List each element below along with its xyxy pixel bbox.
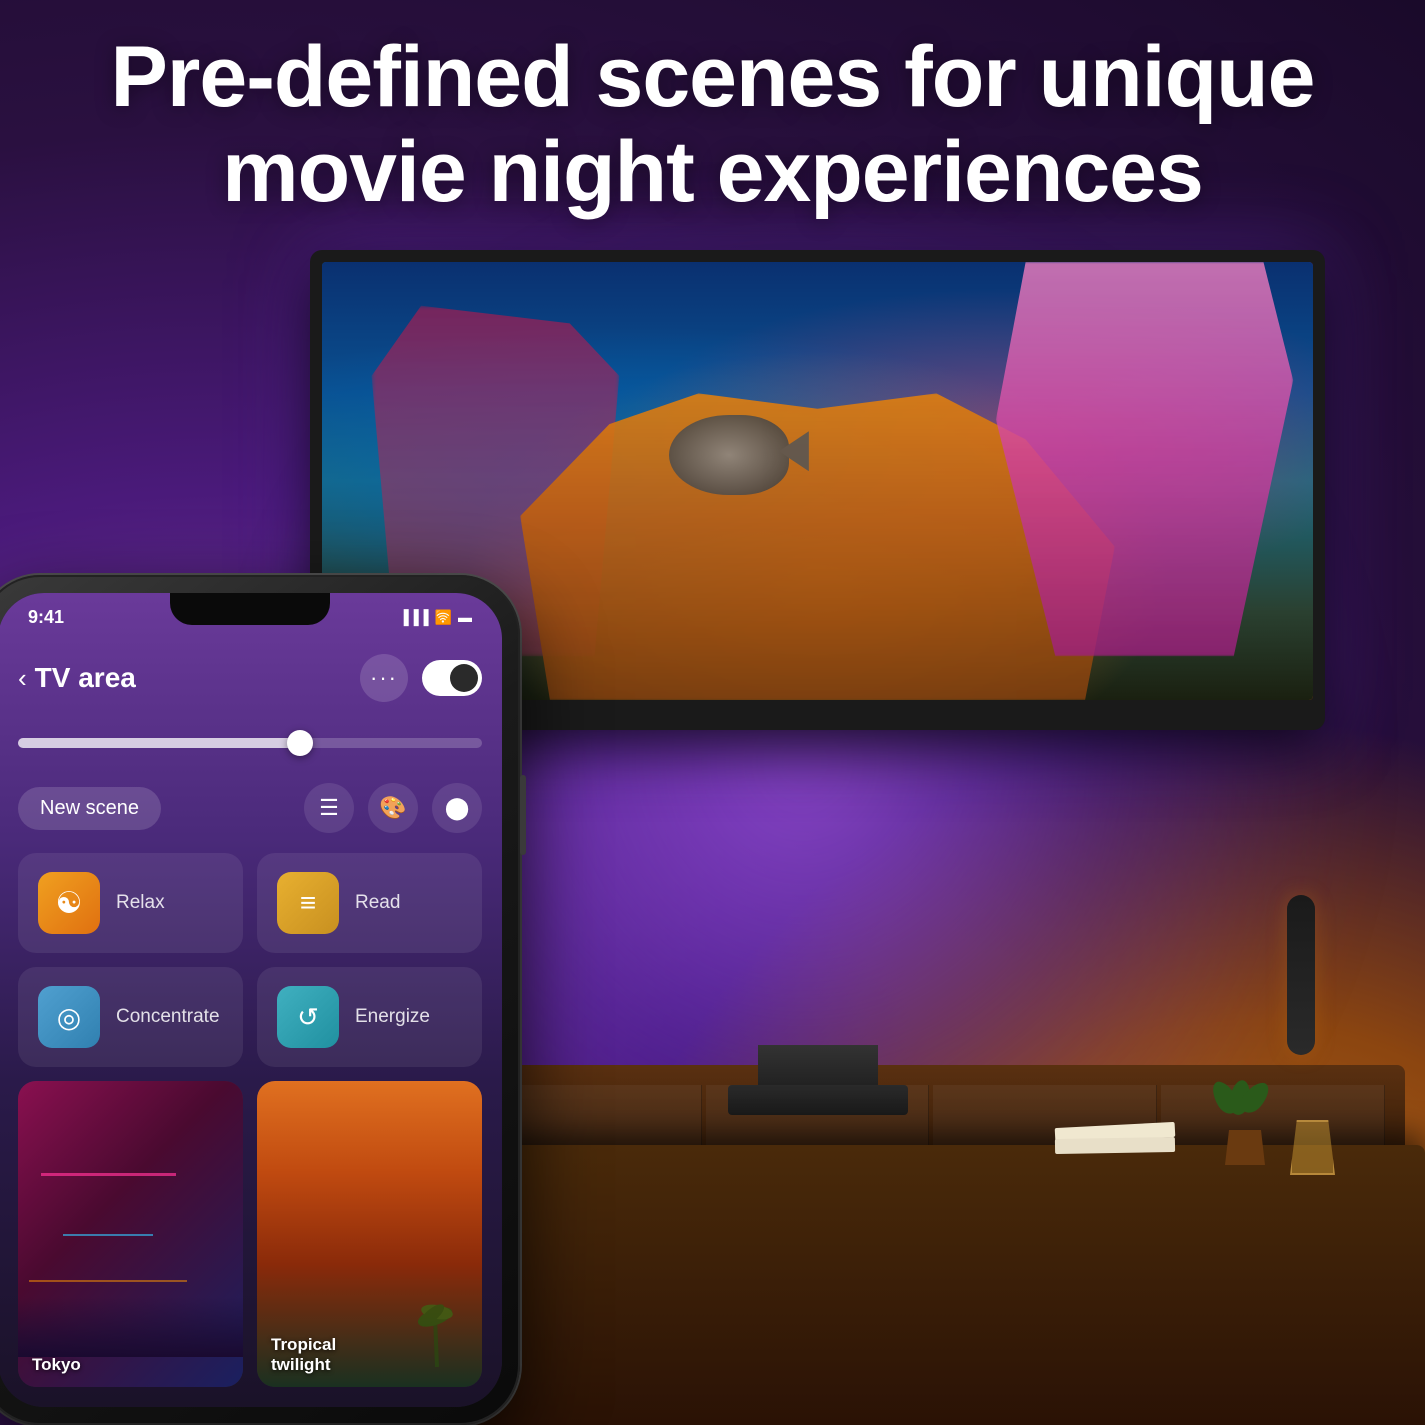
plant-pot (1225, 1130, 1265, 1165)
read-symbol: ≡ (300, 887, 316, 919)
app-title: TV area (35, 662, 136, 694)
tropical-palm (407, 1287, 467, 1367)
status-icons: ▐▐▐ 🛜 ▬ (399, 609, 472, 626)
book-stack (1055, 1125, 1175, 1165)
new-scene-button[interactable]: New scene (18, 787, 161, 830)
plant (1215, 1085, 1275, 1165)
brightness-thumb[interactable] (287, 730, 313, 756)
tv-base (728, 1085, 908, 1115)
tokyo-image (18, 1081, 243, 1387)
hue-bar-right (1287, 895, 1315, 1055)
tv-stand (758, 1045, 878, 1085)
scene-card-read[interactable]: ≡ Read (257, 853, 482, 953)
toggle-knob (450, 664, 478, 692)
energize-symbol: ↺ (297, 1002, 319, 1033)
scenes-grid: ☯ Relax ≡ Read ◎ Concentrate (18, 853, 482, 1387)
scene-card-tropical[interactable]: Tropicaltwilight (257, 1081, 482, 1387)
scene-card-relax[interactable]: ☯ Relax (18, 853, 243, 953)
brightness-slider-container[interactable] (18, 723, 482, 763)
signal-icon: ▐▐▐ (399, 609, 429, 625)
concentrate-symbol: ◎ (57, 1001, 81, 1034)
back-chevron-icon: ‹ (18, 663, 27, 694)
phone-screen: 9:41 ▐▐▐ 🛜 ▬ ‹ TV area ··· (0, 593, 502, 1407)
list-icon: ☰ (319, 795, 339, 821)
brightness-fill (18, 738, 296, 748)
scene-card-energize[interactable]: ↺ Energize (257, 967, 482, 1067)
heading-container: Pre-defined scenes for unique movie nigh… (0, 30, 1425, 219)
palette-button[interactable]: 🎨 (368, 783, 418, 833)
scene-icon-concentrate: ◎ (38, 986, 100, 1048)
back-button[interactable]: ‹ TV area (18, 662, 136, 694)
color-wheel-button[interactable]: ⬤ (432, 783, 482, 833)
dots-icon: ··· (370, 665, 398, 691)
phone-container: 9:41 ▐▐▐ 🛜 ▬ ‹ TV area ··· (0, 575, 520, 1425)
scene-label-tropical: Tropicaltwilight (271, 1335, 336, 1375)
power-toggle[interactable] (422, 660, 482, 696)
heading-line2: movie night experiences (222, 124, 1203, 220)
fish (669, 415, 789, 495)
header-actions: ··· (360, 654, 482, 702)
relax-symbol: ☯ (56, 886, 83, 921)
scene-icon-read: ≡ (277, 872, 339, 934)
scene-card-concentrate[interactable]: ◎ Concentrate (18, 967, 243, 1067)
battery-icon: ▬ (458, 609, 472, 625)
main-heading: Pre-defined scenes for unique movie nigh… (80, 30, 1345, 219)
glass (1290, 1120, 1335, 1175)
scene-label-energize: Energize (355, 1006, 430, 1028)
color-wheel-icon: ⬤ (445, 795, 470, 821)
tokyo-neon (18, 1081, 243, 1387)
palette-icon: 🎨 (379, 795, 406, 821)
scene-icon-energize: ↺ (277, 986, 339, 1048)
scene-card-tokyo[interactable]: Tokyo (18, 1081, 243, 1387)
more-options-button[interactable]: ··· (360, 654, 408, 702)
scene-label-concentrate: Concentrate (116, 1006, 220, 1028)
app-header: ‹ TV area ··· (18, 643, 482, 713)
scene-label-read: Read (355, 892, 400, 914)
brightness-track (18, 738, 482, 748)
phone-notch (170, 593, 330, 625)
status-time: 9:41 (28, 607, 64, 628)
new-scene-label: New scene (40, 797, 139, 819)
heading-line1: Pre-defined scenes for unique (111, 29, 1315, 125)
scene-label-relax: Relax (116, 892, 165, 914)
wifi-icon: 🛜 (435, 609, 452, 626)
power-button[interactable] (520, 775, 526, 855)
scene-label-tokyo: Tokyo (32, 1355, 81, 1375)
phone-outer: 9:41 ▐▐▐ 🛜 ▬ ‹ TV area ··· (0, 575, 520, 1425)
list-view-button[interactable]: ☰ (304, 783, 354, 833)
scene-icon-relax: ☯ (38, 872, 100, 934)
scene-toolbar: New scene ☰ 🎨 ⬤ (18, 778, 482, 838)
book (1055, 1137, 1175, 1154)
